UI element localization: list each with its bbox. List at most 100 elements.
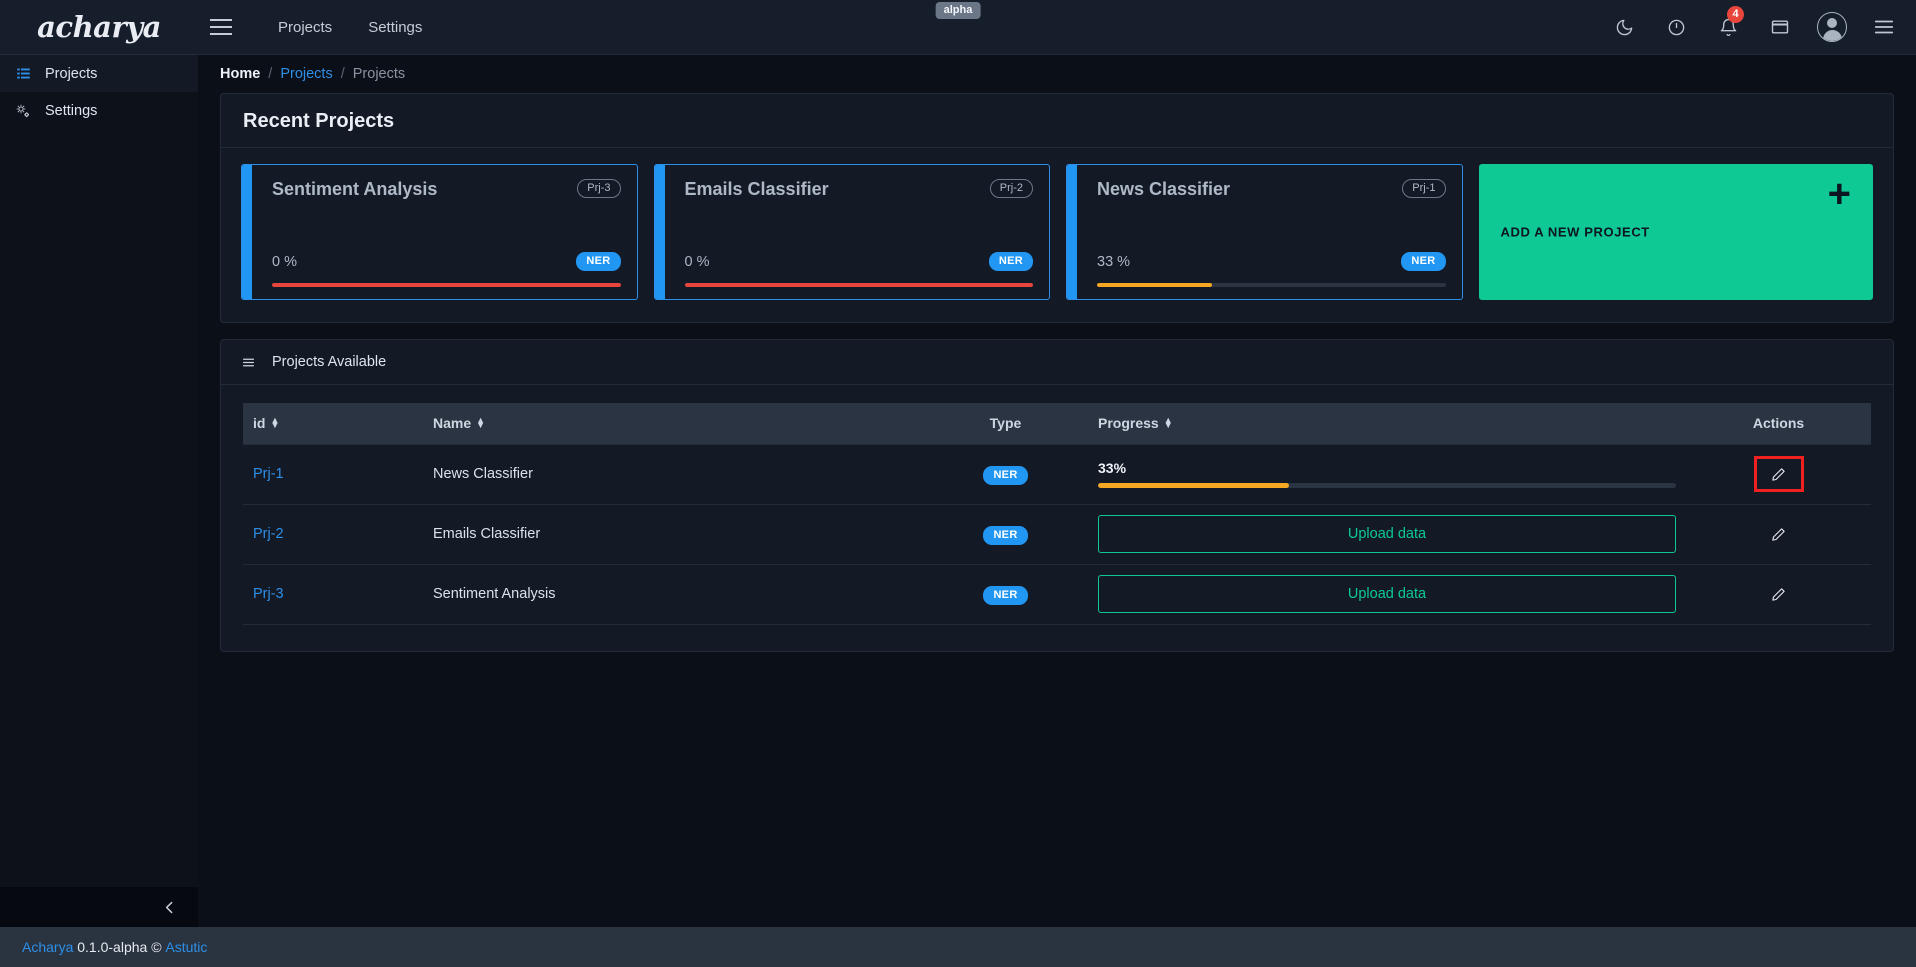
projects-available-panel: Projects Available id ▲▼ bbox=[220, 339, 1894, 652]
content-scroll-area: Recent Projects Sentiment Analysis Prj-3 bbox=[198, 93, 1916, 927]
theme-toggle-button[interactable] bbox=[1598, 0, 1650, 55]
card-progress-track bbox=[1097, 283, 1446, 287]
projects-available-header: Projects Available bbox=[221, 340, 1893, 385]
project-card-sentiment-analysis[interactable]: Sentiment Analysis Prj-3 0 % NER bbox=[241, 164, 638, 300]
card-project-name: Sentiment Analysis bbox=[272, 179, 437, 200]
list-icon bbox=[241, 356, 256, 369]
card-accent-bar bbox=[655, 165, 665, 299]
top-navigation-bar: acharya Projects Settings alpha bbox=[0, 0, 1916, 55]
column-header-id[interactable]: id ▲▼ bbox=[243, 403, 423, 444]
cell-type: NER bbox=[923, 444, 1088, 504]
breadcrumb-projects-link[interactable]: Projects bbox=[280, 66, 332, 82]
upload-data-button[interactable]: Upload data bbox=[1098, 575, 1676, 613]
column-label: Name bbox=[433, 415, 471, 431]
card-header: News Classifier Prj-1 bbox=[1097, 179, 1446, 200]
card-header: Sentiment Analysis Prj-3 bbox=[272, 179, 621, 200]
sidebar-item-settings[interactable]: Settings bbox=[0, 92, 198, 129]
project-card-news-classifier[interactable]: News Classifier Prj-1 33 % NER bbox=[1066, 164, 1463, 300]
card-body: News Classifier Prj-1 33 % NER bbox=[1077, 165, 1462, 299]
project-card-emails-classifier[interactable]: Emails Classifier Prj-2 0 % NER bbox=[654, 164, 1051, 300]
breadcrumb-current: Projects bbox=[353, 66, 405, 82]
brand-logo[interactable]: acharya bbox=[0, 0, 198, 54]
project-id-link[interactable]: Prj-1 bbox=[253, 466, 284, 482]
cell-id: Prj-1 bbox=[243, 444, 423, 504]
avatar-head bbox=[1827, 18, 1837, 28]
clock-icon bbox=[1667, 18, 1686, 37]
notifications-button[interactable]: 4 bbox=[1702, 0, 1754, 55]
card-progress-fill bbox=[1097, 283, 1212, 287]
main-content: Home / Projects / Projects Recent Projec… bbox=[198, 55, 1916, 927]
user-avatar-button[interactable] bbox=[1806, 0, 1858, 55]
hamburger-line bbox=[210, 33, 232, 35]
footer-app-link[interactable]: Acharya bbox=[22, 939, 73, 955]
avatar-icon bbox=[1817, 12, 1847, 42]
column-header-progress[interactable]: Progress ▲▼ bbox=[1088, 403, 1686, 444]
table-body: Prj-1 News Classifier NER 33% bbox=[243, 444, 1871, 624]
progress-fill bbox=[1098, 483, 1289, 488]
upload-data-button[interactable]: Upload data bbox=[1098, 515, 1676, 553]
moon-icon bbox=[1615, 18, 1634, 37]
cell-actions bbox=[1686, 564, 1871, 624]
table-row[interactable]: Prj-3 Sentiment Analysis NER Upload data bbox=[243, 564, 1871, 624]
notification-count-badge: 4 bbox=[1727, 6, 1744, 23]
progress-label: 33% bbox=[1098, 460, 1676, 476]
cell-id: Prj-2 bbox=[243, 504, 423, 564]
sort-arrows-icon: ▲▼ bbox=[1164, 418, 1173, 428]
list-icon bbox=[14, 66, 32, 81]
top-menu-button[interactable] bbox=[1858, 0, 1910, 55]
sort-control-progress[interactable]: Progress ▲▼ bbox=[1098, 415, 1173, 431]
footer-company-link[interactable]: Astutic bbox=[165, 939, 207, 955]
card-type-badge: NER bbox=[1401, 252, 1445, 271]
edit-project-button[interactable] bbox=[1762, 581, 1796, 607]
sidebar-item-projects[interactable]: Projects bbox=[0, 55, 198, 92]
card-type-badge: NER bbox=[576, 252, 620, 271]
card-progress-label: 0 % bbox=[685, 254, 710, 270]
card-meta: 0 % NER bbox=[685, 252, 1034, 271]
project-id-link[interactable]: Prj-3 bbox=[253, 586, 284, 602]
card-meta: 0 % NER bbox=[272, 252, 621, 271]
add-new-project-label: ADD A NEW PROJECT bbox=[1501, 225, 1650, 240]
hamburger-line bbox=[210, 26, 232, 28]
breadcrumb-home[interactable]: Home bbox=[220, 66, 260, 82]
table-row[interactable]: Prj-2 Emails Classifier NER Upload data bbox=[243, 504, 1871, 564]
recent-projects-panel: Recent Projects Sentiment Analysis Prj-3 bbox=[220, 93, 1894, 323]
alpha-badge: alpha bbox=[936, 2, 981, 19]
page-footer: Acharya 0.1.0-alpha © Astutic bbox=[0, 927, 1916, 967]
card-accent-bar bbox=[242, 165, 252, 299]
card-progress-fill bbox=[685, 283, 1034, 287]
top-nav-settings[interactable]: Settings bbox=[350, 13, 440, 42]
column-header-actions: Actions bbox=[1686, 403, 1871, 444]
card-type-badge: NER bbox=[989, 252, 1033, 271]
top-nav-links: Projects Settings bbox=[260, 13, 440, 42]
sort-control-name[interactable]: Name ▲▼ bbox=[433, 415, 485, 431]
avatar-body bbox=[1823, 30, 1842, 41]
top-nav-projects[interactable]: Projects bbox=[260, 13, 350, 42]
sidebar-items: Projects Settings bbox=[0, 55, 198, 887]
cell-name: Sentiment Analysis bbox=[423, 564, 923, 624]
card-project-id-badge: Prj-2 bbox=[990, 179, 1033, 198]
edit-project-button[interactable] bbox=[1762, 521, 1796, 547]
table-row[interactable]: Prj-1 News Classifier NER 33% bbox=[243, 444, 1871, 504]
project-id-link[interactable]: Prj-2 bbox=[253, 526, 284, 542]
card-progress-label: 33 % bbox=[1097, 254, 1130, 270]
sort-control-id[interactable]: id ▲▼ bbox=[253, 415, 279, 431]
edit-project-button[interactable] bbox=[1757, 459, 1801, 489]
column-label: id bbox=[253, 415, 265, 431]
add-new-project-card[interactable]: + ADD A NEW PROJECT bbox=[1479, 164, 1874, 300]
brand-logo-text: acharya bbox=[37, 10, 161, 44]
app-window: acharya Projects Settings alpha bbox=[0, 0, 1916, 967]
cell-id: Prj-3 bbox=[243, 564, 423, 624]
column-header-name[interactable]: Name ▲▼ bbox=[423, 403, 923, 444]
cell-progress: Upload data bbox=[1088, 504, 1686, 564]
card-project-id-badge: Prj-3 bbox=[577, 179, 620, 198]
window-button[interactable] bbox=[1754, 0, 1806, 55]
sidebar-toggle-button[interactable] bbox=[198, 0, 244, 55]
clock-button[interactable] bbox=[1650, 0, 1702, 55]
breadcrumb: Home / Projects / Projects bbox=[198, 55, 1916, 93]
cell-name: News Classifier bbox=[423, 444, 923, 504]
cell-progress: Upload data bbox=[1088, 564, 1686, 624]
sort-arrows-icon: ▲▼ bbox=[270, 418, 279, 428]
pencil-icon bbox=[1771, 527, 1786, 542]
sidebar-collapse-button[interactable] bbox=[0, 887, 198, 927]
sort-arrows-icon: ▲▼ bbox=[476, 418, 485, 428]
